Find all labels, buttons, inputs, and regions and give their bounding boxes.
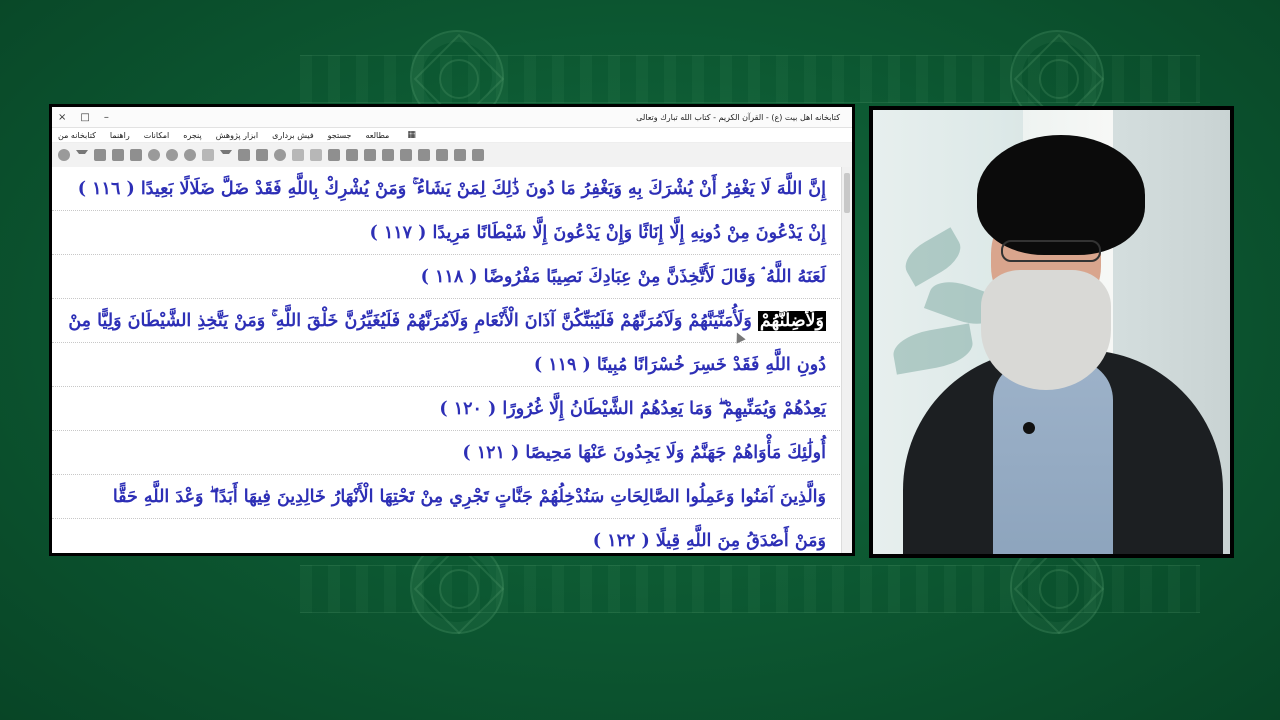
list-icon[interactable] xyxy=(346,149,358,161)
speaker-video-panel xyxy=(869,106,1234,558)
window-title: کتابخانه اهل بیت (ع) - القرآن الکریم - ک… xyxy=(636,112,840,122)
plant-leaf xyxy=(890,323,976,375)
menu-item-search[interactable]: جستجو xyxy=(328,131,352,140)
verse-line: إِنَّ اللَّهَ لَا يَغْفِرُ أَنْ يُشْرَكَ… xyxy=(52,167,842,211)
menu-item-features[interactable]: امکانات xyxy=(144,131,170,140)
speaker-video xyxy=(873,110,1230,554)
message-icon[interactable] xyxy=(472,149,484,161)
menu-item-read[interactable]: مطالعه xyxy=(365,131,389,140)
title-bar: × □ – کتابخانه اهل بیت (ع) - القرآن الکر… xyxy=(52,107,852,128)
print-icon[interactable] xyxy=(328,149,340,161)
app-menu-icon[interactable]: ▦ xyxy=(407,130,416,140)
verse-line: وَالَّذِينَ آمَنُوا وَعَمِلُوا الصَّالِح… xyxy=(52,475,842,519)
verse-line: وَمَنْ أَصْدَقُ مِنَ اللَّهِ قِيلًا ( ١٢… xyxy=(52,519,842,553)
comment-icon[interactable] xyxy=(436,149,448,161)
bulb-icon[interactable] xyxy=(148,149,160,161)
vertical-scrollbar[interactable] xyxy=(841,167,852,553)
window-controls: × □ – xyxy=(58,112,109,123)
verse-line: إِنْ يَدْعُونَ مِنْ دُونِهِ إِلَّا إِنَا… xyxy=(52,211,842,255)
menu-bar: ▦ مطالعه جستجو فیش برداری ابزار پژوهش پن… xyxy=(52,128,852,143)
verse-line: دُونِ اللَّهِ فَقَدْ خَسِرَ خُسْرَانًا م… xyxy=(52,343,842,387)
menu-item-notes[interactable]: فیش برداری xyxy=(272,131,314,140)
copy-icon[interactable] xyxy=(130,149,142,161)
undo-icon[interactable] xyxy=(292,149,304,161)
maximize-icon[interactable]: □ xyxy=(80,112,89,123)
pen-icon[interactable] xyxy=(256,149,268,161)
toolbar xyxy=(52,143,852,168)
page-icon[interactable] xyxy=(112,149,124,161)
verse-line: يَعِدُهُمْ وَيُمَنِّيهِمْ ۖ وَمَا يَعِدُ… xyxy=(52,387,842,431)
verse-line: لَعَنَهُ اللَّهُ ۘ وَقَالَ لَأَتَّخِذَنَ… xyxy=(52,255,842,299)
speaker-beard xyxy=(981,270,1111,390)
menu-item-research-tools[interactable]: ابزار پژوهش xyxy=(216,131,258,140)
find-icon[interactable] xyxy=(274,149,286,161)
speaker-turban xyxy=(977,135,1145,255)
verse-line: أُولَٰئِكَ مَأْوَاهُمْ جَهَنَّمُ وَلَا ي… xyxy=(52,431,842,475)
highlighted-word[interactable]: وَلَأُضِلَّنَّهُمْ xyxy=(757,311,826,331)
verse-line: وَلَأُضِلَّنَّهُمْ وَلَأُمَنِّيَنَّهُمْ … xyxy=(52,299,842,343)
close-icon[interactable]: × xyxy=(58,112,66,123)
quran-text-content[interactable]: إِنَّ اللَّهَ لَا يَغْفِرُ أَنْ يُشْرَكَ… xyxy=(52,167,842,553)
chat-icon[interactable] xyxy=(454,149,466,161)
redo-icon[interactable] xyxy=(310,149,322,161)
plant-leaf xyxy=(898,227,968,287)
menu-item-window[interactable]: پنجره xyxy=(183,131,201,140)
speaker-glasses xyxy=(1001,240,1101,262)
menu-item-help[interactable]: راهنما xyxy=(110,131,130,140)
scrollbar-thumb[interactable] xyxy=(844,173,850,213)
table-icon[interactable] xyxy=(382,149,394,161)
chevron-down-icon[interactable] xyxy=(76,150,88,160)
zoom-in-icon[interactable] xyxy=(166,149,178,161)
export-icon[interactable] xyxy=(418,149,430,161)
font-caret-icon[interactable] xyxy=(220,150,232,160)
home-icon[interactable] xyxy=(58,149,70,161)
note-icon[interactable] xyxy=(400,149,412,161)
zoom-out-icon[interactable] xyxy=(184,149,196,161)
microphone-icon xyxy=(1023,422,1035,434)
book-icon[interactable] xyxy=(94,149,106,161)
app-inner: × □ – کتابخانه اهل بیت (ع) - القرآن الکر… xyxy=(52,107,852,553)
drop-icon[interactable] xyxy=(202,149,214,161)
bookmark-icon[interactable] xyxy=(364,149,376,161)
brush-icon[interactable] xyxy=(238,149,250,161)
menu-item-my-library[interactable]: کتابخانه من xyxy=(58,131,96,140)
library-app-window: × □ – کتابخانه اهل بیت (ع) - القرآن الکر… xyxy=(49,104,855,556)
